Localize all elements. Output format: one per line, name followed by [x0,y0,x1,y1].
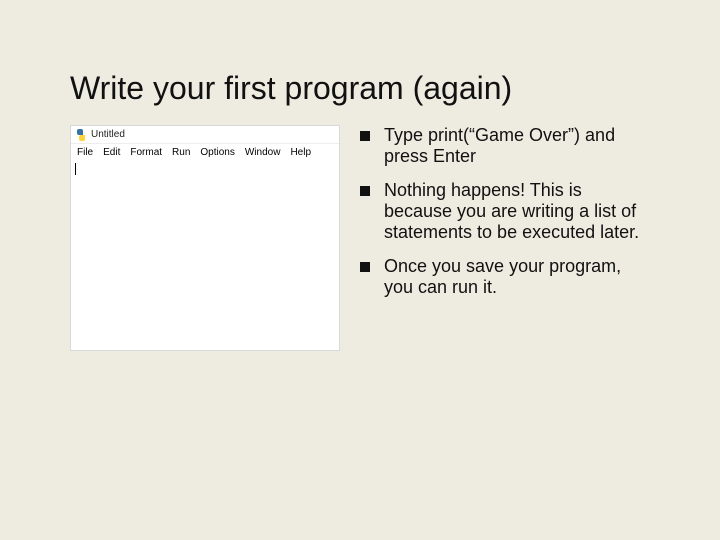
text-caret [75,163,76,175]
bullet-text: Once you save your program, you can run … [384,256,650,297]
editor-window-title: Untitled [91,129,125,140]
editor-menubar: File Edit Format Run Options Window Help [71,144,339,160]
editor-text-area[interactable] [71,160,339,350]
idle-editor-window: Untitled File Edit Format Run Options Wi… [70,125,340,351]
list-item: Type print(“Game Over”) and press Enter [360,125,650,166]
bullet-list: Type print(“Game Over”) and press Enter … [360,125,650,312]
menu-options[interactable]: Options [200,147,234,158]
menu-format[interactable]: Format [130,147,162,158]
menu-file[interactable]: File [77,147,93,158]
menu-window[interactable]: Window [245,147,281,158]
slide: Write your first program (again) Untitle… [0,0,720,540]
editor-titlebar: Untitled [71,126,339,144]
list-item: Once you save your program, you can run … [360,256,650,297]
content-row: Untitled File Edit Format Run Options Wi… [70,125,650,351]
square-bullet-icon [360,262,370,272]
slide-title: Write your first program (again) [70,70,650,107]
square-bullet-icon [360,131,370,141]
menu-help[interactable]: Help [290,147,311,158]
menu-run[interactable]: Run [172,147,190,158]
square-bullet-icon [360,186,370,196]
python-icon [75,129,87,141]
list-item: Nothing happens! This is because you are… [360,180,650,242]
bullet-text: Type print(“Game Over”) and press Enter [384,125,650,166]
bullet-text: Nothing happens! This is because you are… [384,180,650,242]
menu-edit[interactable]: Edit [103,147,120,158]
